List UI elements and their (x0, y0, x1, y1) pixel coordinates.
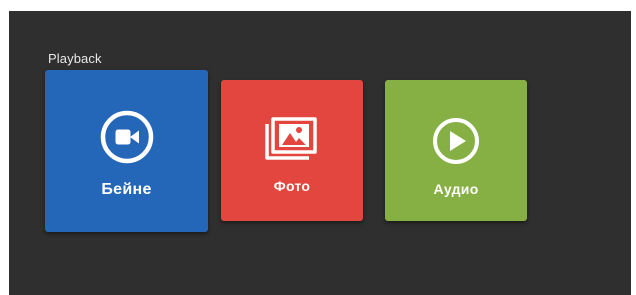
video-tile[interactable]: Бейне (45, 70, 208, 232)
photo-gallery-icon (263, 114, 321, 167)
audio-tile[interactable]: Аудио (385, 80, 527, 221)
audio-tile-label: Аудио (433, 181, 479, 197)
playback-screen: Playback Бейне Фото Аудио (9, 11, 631, 295)
photo-tile-label: Фото (273, 178, 311, 194)
video-tile-label: Бейне (101, 181, 152, 198)
video-camera-icon (100, 110, 154, 169)
photo-tile[interactable]: Фото (221, 80, 363, 221)
play-circle-icon (431, 116, 481, 171)
section-title: Playback (48, 51, 102, 66)
